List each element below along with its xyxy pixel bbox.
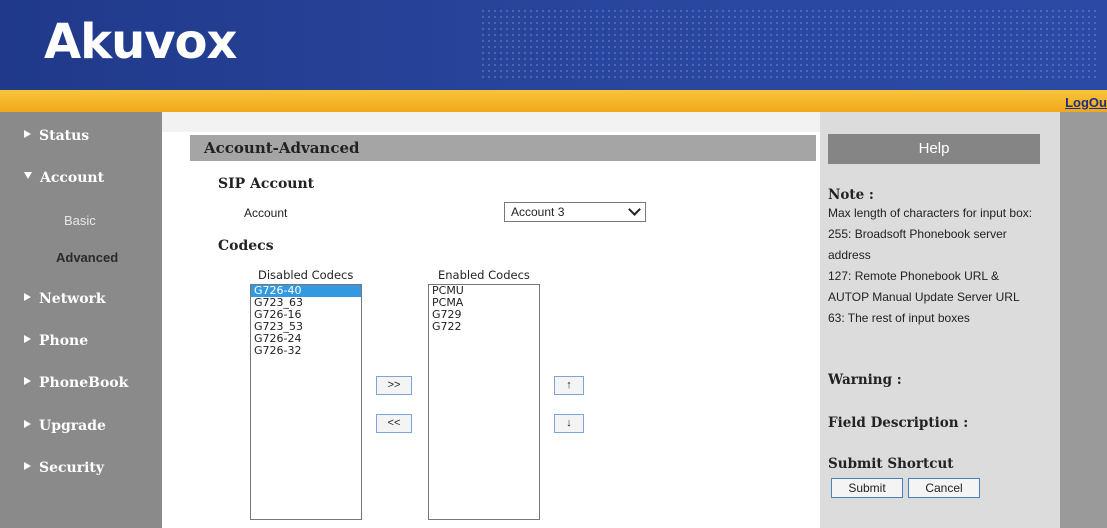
triangle-right-icon [24, 130, 31, 138]
sidebar-item-upgrade[interactable]: Upgrade [24, 418, 106, 434]
help-panel: Help Note : Max length of characters for… [828, 134, 1040, 528]
note-line: 127: Remote Phonebook URL & AUTOP Manual… [828, 269, 1020, 304]
sidebar-item-phonebook[interactable]: PhoneBook [24, 375, 128, 391]
note-text: Max length of characters for input box: … [828, 203, 1040, 329]
sidebar-item-account[interactable]: Account [24, 170, 104, 186]
disabled-codecs-caption: Disabled Codecs [258, 268, 354, 282]
enabled-codecs-caption: Enabled Codecs [438, 268, 530, 282]
triangle-right-icon [24, 462, 31, 470]
submit-button[interactable]: Submit [831, 478, 903, 498]
account-select[interactable]: Account 3 [504, 202, 646, 222]
submit-shortcut-heading: Submit Shortcut [828, 456, 954, 472]
sip-account-heading: SIP Account [218, 176, 315, 192]
triangle-right-icon [24, 293, 31, 301]
move-down-button[interactable]: ↓ [554, 414, 584, 433]
sidebar-item-label: PhoneBook [39, 375, 129, 391]
sidebar-item-label: Phone [39, 333, 89, 349]
codecs-heading: Codecs [218, 238, 274, 254]
triangle-right-icon [24, 335, 31, 343]
note-line: 255: Broadsoft Phonebook server address [828, 227, 1007, 262]
note-line: 63: The rest of input boxes [828, 311, 970, 325]
page-title: Account-Advanced [190, 135, 816, 161]
note-line: Max length of characters for input box: [828, 206, 1033, 220]
account-select-value: Account 3 [511, 205, 565, 219]
header-banner: Akuvox [0, 0, 1107, 90]
main-content: Account-Advanced SIP Account Account Acc… [162, 112, 820, 528]
sidebar-item-security[interactable]: Security [24, 460, 104, 476]
cancel-button[interactable]: Cancel [908, 478, 980, 498]
triangle-down-icon [24, 172, 32, 179]
sidebar-item-label: Network [39, 291, 106, 307]
enabled-codecs-list[interactable]: PCMU PCMA G729 G722 [428, 284, 540, 520]
sidebar-item-label: Account [40, 170, 105, 186]
right-margin [1060, 112, 1107, 528]
sidebar-item-label: Status [39, 128, 90, 144]
triangle-right-icon [24, 420, 31, 428]
sidebar-subitem-basic[interactable]: Basic [64, 213, 96, 228]
sidebar-item-phone[interactable]: Phone [24, 333, 88, 349]
warning-heading: Warning : [828, 372, 902, 388]
field-description-heading: Field Description : [828, 415, 969, 431]
logout-link[interactable]: LogOu [1065, 95, 1107, 110]
sidebar-subitem-advanced[interactable]: Advanced [56, 250, 118, 265]
move-up-button[interactable]: ↑ [554, 376, 584, 395]
sidebar-item-label: Security [39, 460, 105, 476]
account-label: Account [244, 206, 288, 220]
akuvox-logo: Akuvox [44, 14, 237, 70]
disabled-codecs-list[interactable]: G726-40 G723_63 G726-16 G723_53 G726-24 G726-… [250, 284, 362, 520]
enable-codec-button[interactable]: >> [376, 376, 412, 395]
chevron-down-icon [628, 203, 641, 216]
sidebar-item-network[interactable]: Network [24, 291, 106, 307]
help-title: Help [828, 134, 1040, 164]
header-dot-pattern [480, 8, 1100, 80]
disable-codec-button[interactable]: << [376, 414, 412, 433]
main-top-band [162, 112, 820, 132]
note-heading: Note : [828, 187, 874, 203]
codec-option[interactable]: G726-32 [251, 345, 361, 357]
sidebar-item-label: Upgrade [39, 418, 106, 434]
triangle-right-icon [24, 377, 31, 385]
orange-divider-bar [0, 90, 1107, 112]
codec-option[interactable]: G722 [429, 321, 539, 333]
sidebar-item-status[interactable]: Status [24, 128, 89, 144]
